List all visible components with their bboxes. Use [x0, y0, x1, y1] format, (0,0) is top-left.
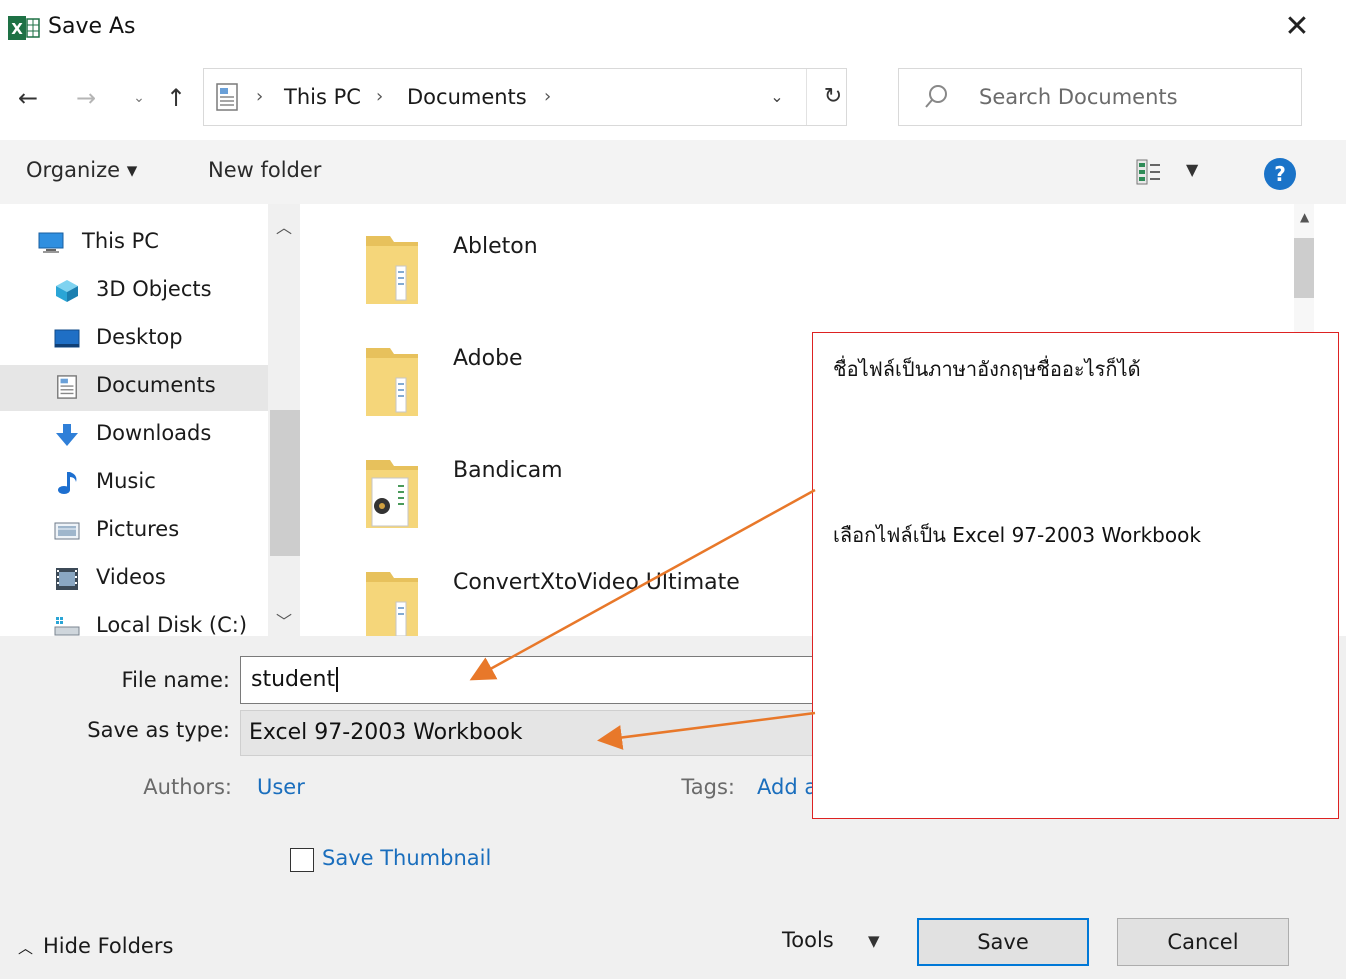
breadcrumb-this-pc[interactable]: This PC: [284, 83, 361, 111]
save-type-label: Save as type:: [87, 718, 230, 742]
computer-icon: [38, 232, 64, 253]
hide-folders-button[interactable]: ︿ Hide Folders: [18, 934, 173, 958]
save-type-value: Excel 97-2003 Workbook: [249, 720, 523, 745]
file-name-label: File name:: [121, 668, 230, 692]
refresh-icon: ↻: [823, 84, 843, 109]
sidebar-item-music[interactable]: Music: [0, 461, 268, 507]
folder-icon: [366, 348, 418, 416]
save-thumbnail-checkbox[interactable]: [290, 848, 314, 872]
chevron-up-icon[interactable]: ▲: [1300, 210, 1309, 224]
recent-locations-button[interactable]: ⌄: [124, 78, 154, 118]
refresh-button[interactable]: ↻: [816, 81, 850, 113]
arrow-left-icon: ←: [17, 84, 39, 112]
annotation-line-1: ชื่อไฟล์เป็นภาษาอังกฤษชื่ออะไรก็ได้: [833, 357, 1141, 381]
picture-icon: [54, 522, 80, 540]
search-icon: [925, 85, 947, 108]
forward-button[interactable]: →: [68, 78, 104, 118]
chevron-down-icon: ⌄: [133, 90, 145, 106]
new-folder-button[interactable]: New folder: [208, 158, 321, 182]
file-name: ConvertXtoVideo Ultimate: [453, 570, 740, 595]
sidebar-item-label: Desktop: [96, 325, 183, 349]
cube-icon: [56, 280, 78, 302]
list-item[interactable]: ConvertXtoVideo Ultimate: [300, 540, 740, 636]
command-bar: Organize ▾ New folder ▼: [0, 140, 1346, 204]
window-title: Save As: [48, 14, 136, 39]
video-icon: [56, 568, 78, 590]
sidebar-item-videos[interactable]: Videos: [0, 557, 268, 603]
sidebar-item-desktop[interactable]: Desktop: [0, 317, 268, 363]
view-options-icon[interactable]: [1136, 158, 1162, 186]
chevron-down-icon[interactable]: ﹀: [276, 608, 292, 632]
sidebar-item-label: Music: [96, 469, 156, 493]
hide-folders-label: Hide Folders: [43, 934, 174, 958]
sidebar-item-this-pc[interactable]: This PC: [0, 221, 268, 267]
tools-menu[interactable]: Tools: [782, 928, 834, 952]
file-name-value: student: [251, 667, 336, 692]
search-input[interactable]: Search Documents: [979, 83, 1178, 111]
folder-icon: [366, 460, 418, 528]
text-cursor: ​: [336, 667, 339, 692]
sidebar-item-label: 3D Objects: [96, 277, 212, 301]
arrow-up-icon: ↑: [165, 84, 187, 112]
list-item[interactable]: Ableton: [300, 204, 700, 314]
address-history-button[interactable]: ⌄: [762, 83, 792, 111]
file-name: Adobe: [453, 346, 523, 371]
annotation-callout: ชื่อไฟล์เป็นภาษาอังกฤษชื่ออะไรก็ได้ เลือ…: [812, 332, 1339, 819]
close-button[interactable]: ✕: [1280, 10, 1314, 44]
authors-field[interactable]: User: [257, 775, 305, 799]
authors-label: Authors:: [143, 775, 232, 799]
save-button[interactable]: Save: [917, 918, 1089, 966]
list-item[interactable]: Adobe: [300, 316, 700, 426]
svg-text:X: X: [11, 20, 23, 38]
music-icon: [58, 472, 77, 494]
cancel-button[interactable]: Cancel: [1117, 918, 1289, 966]
sidebar-item-label: This PC: [82, 229, 159, 253]
excel-icon: X: [8, 16, 40, 40]
sidebar-item-label: Pictures: [96, 517, 180, 541]
chevron-up-icon[interactable]: ︿: [276, 214, 292, 238]
sidebar-item-label: Videos: [96, 565, 166, 589]
annotation-line-2: เลือกไฟล์เป็น Excel 97-2003 Workbook: [833, 523, 1201, 547]
address-bar[interactable]: › This PC › Documents › ⌄ ↻: [203, 68, 847, 126]
scrollbar-thumb[interactable]: [270, 410, 300, 556]
search-box[interactable]: Search Documents: [898, 68, 1302, 126]
view-dropdown-icon[interactable]: ▼: [1186, 160, 1198, 179]
breadcrumb-separator: ›: [376, 86, 384, 107]
sidebar-item-pictures[interactable]: Pictures: [0, 509, 268, 555]
file-name: Bandicam: [453, 458, 563, 483]
up-button[interactable]: ↑: [158, 78, 194, 118]
download-icon: [56, 424, 78, 446]
sidebar-item-label: Local Disk (C:): [96, 613, 248, 637]
title-bar: X Save As ✕: [0, 0, 1346, 56]
organize-menu[interactable]: Organize ▾: [26, 158, 137, 182]
desktop-icon: [54, 329, 80, 348]
folder-icon: [366, 236, 418, 304]
sidebar-item-documents[interactable]: Documents: [0, 365, 268, 411]
list-item[interactable]: Bandicam: [300, 428, 700, 538]
document-icon: [57, 375, 77, 399]
close-icon: ✕: [1284, 9, 1310, 44]
tags-label: Tags:: [681, 775, 735, 799]
sidebar-item-3d-objects[interactable]: 3D Objects: [0, 269, 268, 315]
sidebar-item-label: Downloads: [96, 421, 212, 445]
divider: [806, 69, 807, 125]
chevron-up-icon: ︿: [18, 939, 34, 957]
help-icon[interactable]: ?: [1264, 158, 1296, 190]
back-button[interactable]: ←: [10, 78, 46, 118]
sidebar-item-downloads[interactable]: Downloads: [0, 413, 268, 459]
sidebar-item-label: Documents: [96, 373, 216, 397]
arrow-right-icon: →: [75, 84, 97, 112]
dropdown-arrow-icon[interactable]: ▼: [868, 932, 880, 950]
navigation-pane: This PC 3D Objects Desktop Documents Dow…: [0, 204, 300, 637]
file-name: Ableton: [453, 234, 538, 259]
scrollbar-thumb[interactable]: [1294, 238, 1314, 298]
folder-icon: [366, 572, 418, 636]
breadcrumb-separator: ›: [256, 86, 264, 107]
document-icon: [216, 83, 238, 111]
chevron-down-icon: ⌄: [770, 87, 784, 106]
breadcrumb-separator: ›: [544, 86, 552, 107]
breadcrumb-documents[interactable]: Documents: [407, 83, 527, 111]
save-thumbnail-label[interactable]: Save Thumbnail: [322, 846, 491, 870]
